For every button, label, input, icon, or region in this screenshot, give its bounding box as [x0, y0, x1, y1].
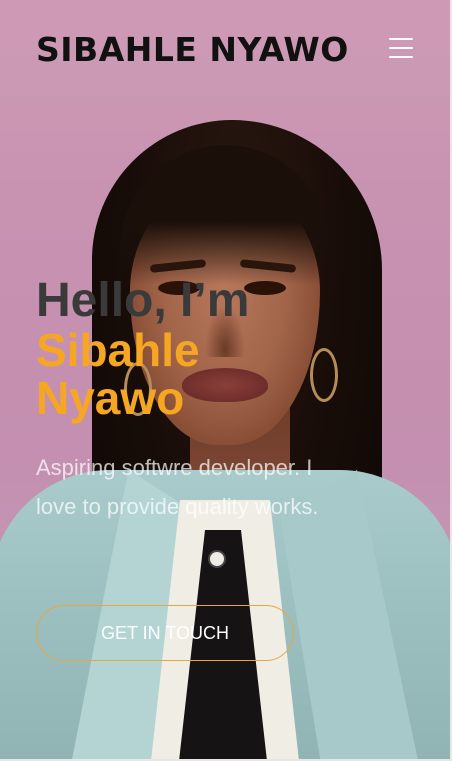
hamburger-menu-icon[interactable]	[389, 38, 413, 60]
hero-greeting: Hello, I’m	[36, 274, 250, 327]
page-viewport: SIBAHLE NYAWO Hello, I’m Sibahle Nyawo A…	[0, 0, 452, 761]
site-header: SIBAHLE NYAWO	[0, 0, 450, 96]
get-in-touch-button[interactable]: GET IN TOUCH	[36, 605, 294, 661]
hero-section: Hello, I’m Sibahle Nyawo Aspiring softwr…	[36, 276, 376, 526]
menu-icon-bar	[389, 38, 413, 40]
hero-name: Sibahle Nyawo	[36, 324, 200, 424]
portrait-shirt-button	[208, 550, 226, 568]
hero-subtitle: Aspiring softwre developer. I love to pr…	[36, 455, 319, 519]
brand-logo-text[interactable]: SIBAHLE NYAWO	[36, 30, 349, 69]
menu-icon-bar	[389, 56, 413, 58]
menu-icon-bar	[389, 47, 413, 49]
